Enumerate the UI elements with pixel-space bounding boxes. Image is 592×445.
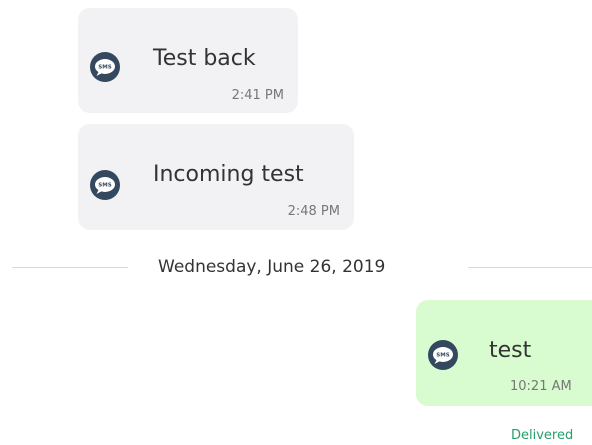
message-bubble-incoming[interactable]: SMS Test back 2:41 PM (78, 8, 298, 113)
message-text: Test back (153, 46, 256, 71)
date-separator: Wednesday, June 26, 2019 (0, 252, 592, 282)
sms-chat-icon: SMS (428, 340, 458, 370)
message-bubble-outgoing[interactable]: SMS test 10:21 AM (416, 300, 592, 406)
message-timestamp: 10:21 AM (510, 379, 572, 394)
separator-line-left (12, 267, 128, 268)
sms-chat-icon: SMS (90, 52, 120, 82)
svg-text:SMS: SMS (98, 65, 111, 71)
message-text: Incoming test (153, 162, 304, 187)
separator-line-right (468, 267, 592, 268)
date-separator-label: Wednesday, June 26, 2019 (158, 257, 386, 277)
message-text: test (489, 338, 532, 363)
sms-chat-icon: SMS (90, 170, 120, 200)
delivery-status: Delivered (511, 428, 574, 443)
message-timestamp: 2:41 PM (231, 88, 284, 103)
svg-text:SMS: SMS (436, 353, 449, 359)
message-bubble-incoming[interactable]: SMS Incoming test 2:48 PM (78, 124, 354, 230)
message-thread: SMS Test back 2:41 PM SMS Incoming test … (0, 0, 592, 445)
svg-text:SMS: SMS (98, 183, 111, 189)
message-timestamp: 2:48 PM (287, 204, 340, 219)
